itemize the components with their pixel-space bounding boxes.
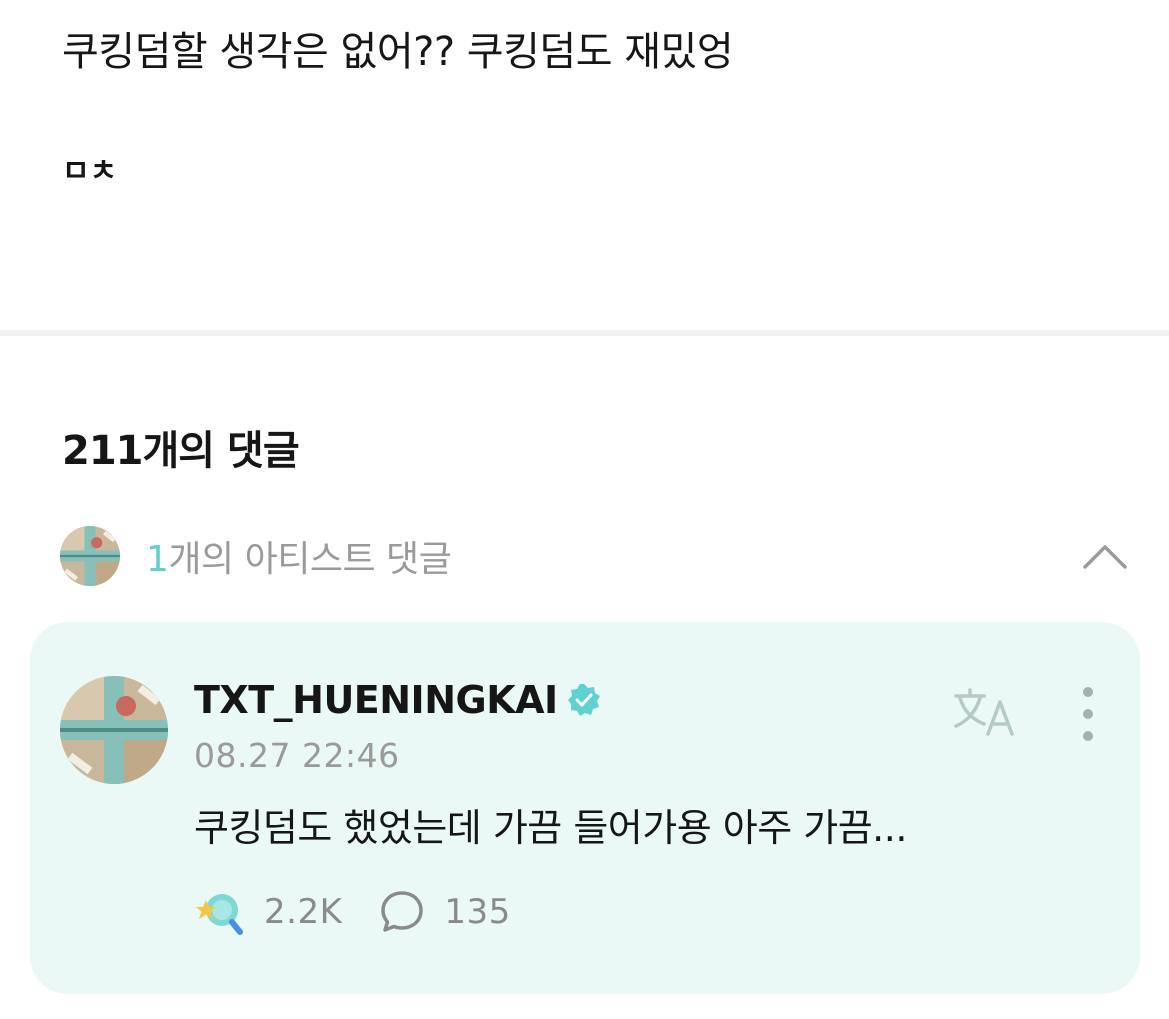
username[interactable]: TXT_HUENINGKAI xyxy=(194,678,558,722)
speech-bubble-icon[interactable] xyxy=(378,888,426,936)
artist-comments-count: 1 xyxy=(146,539,169,580)
post-body: 쿠킹덤할 생각은 없어?? 쿠킹덤도 재밌엉 ㅁㅊ xyxy=(62,22,1129,192)
artist-avatar-small xyxy=(60,526,120,586)
post-page: 쿠킹덤할 생각은 없어?? 쿠킹덤도 재밌엉 ㅁㅊ 211개의 댓글 1개의 아… xyxy=(0,0,1169,1019)
translate-icon xyxy=(954,688,1014,736)
reactions-row: 2.2K 135 xyxy=(192,884,511,940)
artist-comment-card: TXT_HUENINGKAI 08.27 22:46 쿠킹덤도 했었는데 가끔 … xyxy=(30,622,1140,994)
chevron-up-icon xyxy=(1083,545,1127,569)
like-count: 2.2K xyxy=(264,892,343,932)
artist-comments-label: 1개의 아티스트 댓글 xyxy=(146,530,452,582)
reply-count: 135 xyxy=(444,892,511,932)
translate-button[interactable] xyxy=(952,684,1022,740)
avatar[interactable] xyxy=(60,676,168,784)
artist-comments-text: 개의 아티스트 댓글 xyxy=(168,539,452,580)
section-divider xyxy=(0,330,1169,336)
comment-text: 쿠킹덤도 했었는데 가끔 들어가용 아주 가끔... xyxy=(194,806,907,850)
username-row: TXT_HUENINGKAI xyxy=(194,678,602,722)
comment-timestamp: 08.27 22:46 xyxy=(194,736,400,775)
more-vertical-icon xyxy=(1083,687,1093,741)
collapse-button[interactable] xyxy=(1080,533,1130,579)
verified-badge-icon xyxy=(567,684,600,716)
post-text-line: 쿠킹덤할 생각은 없어?? 쿠킹덤도 재밌엉 xyxy=(62,29,734,75)
comments-count-title: 211개의 댓글 xyxy=(62,428,300,474)
more-options-button[interactable] xyxy=(1070,682,1106,746)
post-text-line: ㅁㅊ xyxy=(62,154,118,189)
artist-comments-toggle[interactable]: 1개의 아티스트 댓글 xyxy=(60,525,1130,587)
star-lightstick-icon[interactable] xyxy=(192,884,248,940)
